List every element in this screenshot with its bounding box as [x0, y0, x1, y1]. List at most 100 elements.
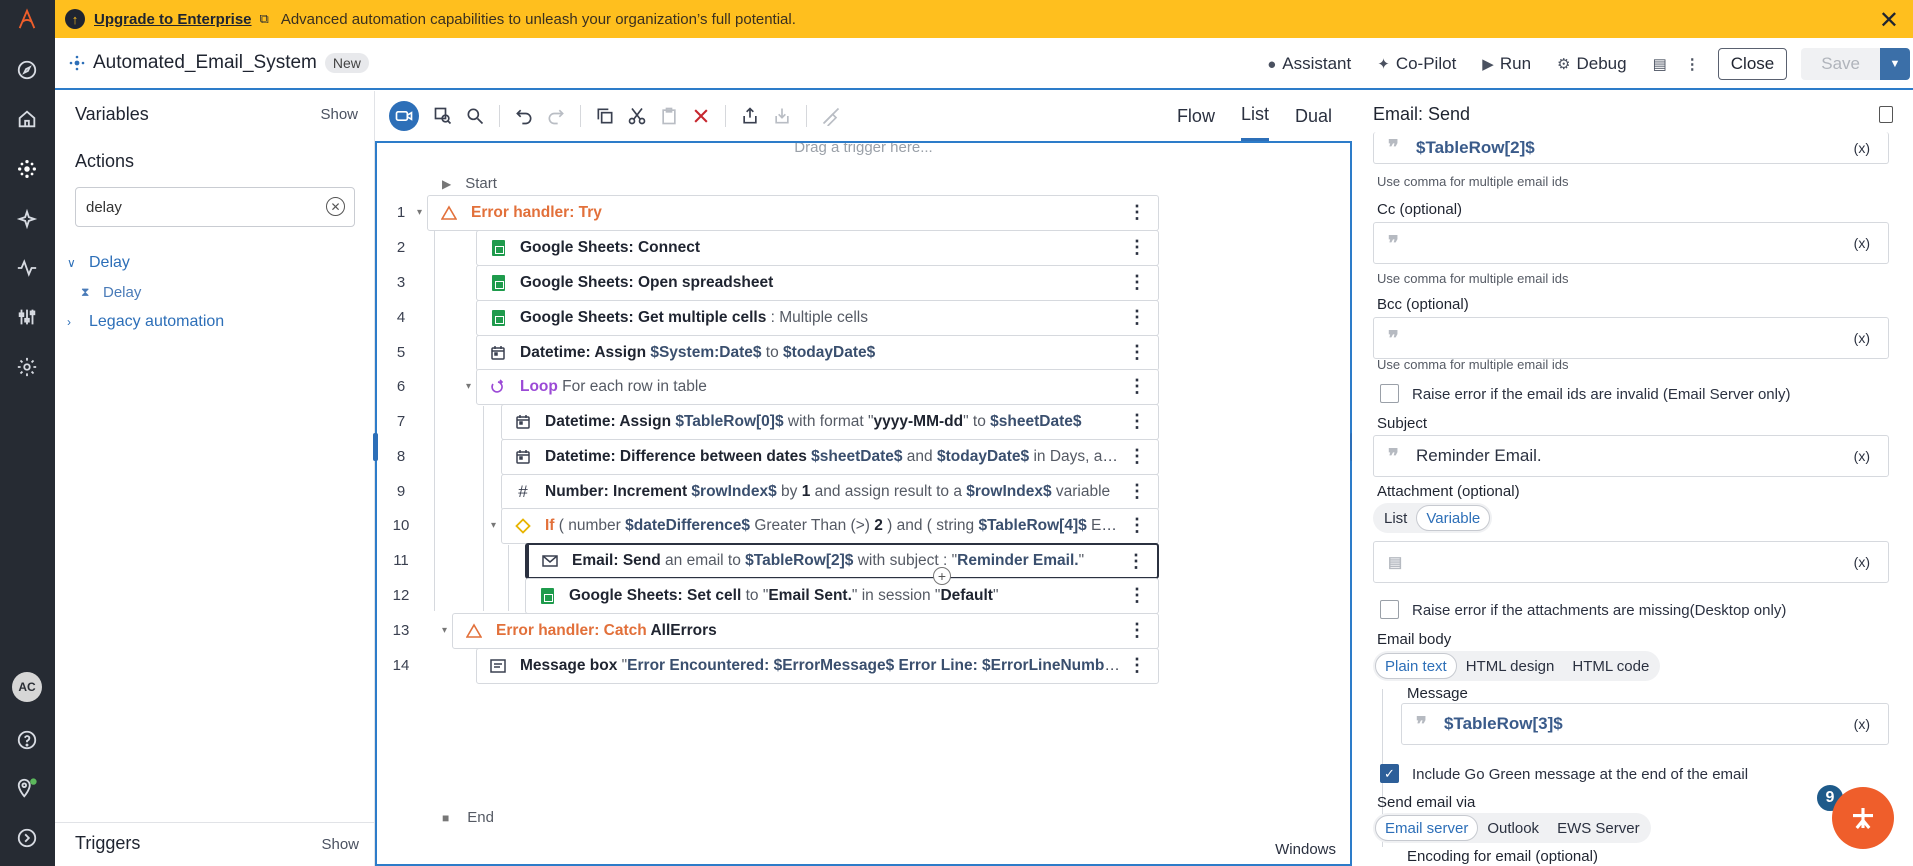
controls-icon[interactable]: [12, 302, 42, 332]
flow-step[interactable]: Datetime: Assign $System:Date$ to $today…: [476, 335, 1159, 371]
clear-search-icon[interactable]: ✕: [326, 197, 345, 216]
app-logo-icon[interactable]: [12, 4, 42, 34]
body-option-html-code[interactable]: HTML code: [1563, 653, 1658, 679]
home-icon[interactable]: [12, 104, 42, 134]
flow-list-canvas[interactable]: Drag a trigger here... ▶ Start 1 ▾ Error ha…: [375, 141, 1352, 866]
step-menu-kebab-icon[interactable]: ⋮: [1127, 552, 1145, 570]
assistant-button[interactable]: ● Assistant: [1267, 54, 1351, 74]
layout-toggle-icon[interactable]: ▤: [1653, 55, 1667, 73]
send-via-outlook[interactable]: Outlook: [1478, 815, 1548, 841]
help-icon[interactable]: [12, 725, 42, 755]
explore-icon[interactable]: [12, 55, 42, 85]
tree-item-delay-action[interactable]: ⧗ Delay: [81, 284, 141, 301]
variable-picker-button[interactable]: (x): [1854, 554, 1870, 570]
record-icon[interactable]: [389, 101, 419, 131]
tree-group-legacy[interactable]: › Legacy automation: [67, 313, 224, 331]
export-icon[interactable]: [736, 102, 764, 130]
variable-picker-button[interactable]: (x): [1854, 330, 1870, 346]
flow-step[interactable]: Datetime: Assign $TableRow[0]$ with form…: [501, 404, 1159, 440]
step-menu-kebab-icon[interactable]: ⋮: [1128, 621, 1146, 639]
more-menu-icon[interactable]: ⋮: [1685, 55, 1700, 73]
bot-title[interactable]: Automated_Email_System: [93, 52, 317, 74]
variable-picker-button[interactable]: (x): [1854, 448, 1870, 464]
save-button[interactable]: Save: [1801, 48, 1880, 80]
flow-step[interactable]: Google Sheets: Set cell to "Email Sent."…: [525, 578, 1159, 614]
flow-step[interactable]: Loop For each row in table ⋮: [476, 369, 1159, 405]
add-step-icon[interactable]: +: [933, 567, 951, 585]
upgrade-link[interactable]: Upgrade to Enterprise: [94, 11, 252, 28]
collapse-chevron-icon[interactable]: ▾: [417, 207, 422, 218]
flow-step[interactable]: Error handler: Try ⋮: [427, 195, 1159, 231]
copy-icon[interactable]: [591, 102, 619, 130]
expand-nav-icon[interactable]: [12, 823, 42, 853]
import-icon[interactable]: [768, 102, 796, 130]
step-menu-kebab-icon[interactable]: ⋮: [1128, 273, 1146, 291]
triggers-show-link[interactable]: Show: [321, 836, 359, 853]
step-menu-kebab-icon[interactable]: ⋮: [1128, 412, 1146, 430]
save-dropdown-chevron-icon[interactable]: ▼: [1880, 48, 1910, 80]
step-menu-kebab-icon[interactable]: ⋮: [1128, 516, 1146, 534]
body-option-html-design[interactable]: HTML design: [1457, 653, 1564, 679]
close-button[interactable]: Close: [1717, 48, 1788, 80]
banner-close-icon[interactable]: ✕: [1879, 6, 1899, 35]
delete-icon[interactable]: [687, 102, 715, 130]
flow-step[interactable]: Datetime: Difference between dates $shee…: [501, 439, 1159, 475]
send-via-email-server[interactable]: Email server: [1375, 815, 1479, 841]
step-menu-kebab-icon[interactable]: ⋮: [1128, 586, 1146, 604]
step-menu-kebab-icon[interactable]: ⋮: [1128, 308, 1146, 326]
go-green-checkbox[interactable]: ✓: [1380, 764, 1399, 783]
location-check-icon[interactable]: [12, 773, 42, 803]
activity-icon[interactable]: [12, 253, 42, 283]
step-menu-kebab-icon[interactable]: ⋮: [1128, 343, 1146, 361]
flow-step[interactable]: If ( number $dateDifference$ Greater Tha…: [501, 508, 1159, 544]
run-button[interactable]: ▶ Run: [1482, 54, 1531, 74]
to-field[interactable]: ❞ $TableRow[2]$ (x): [1373, 132, 1889, 164]
body-option-plain-text[interactable]: Plain text: [1375, 653, 1457, 679]
step-menu-kebab-icon[interactable]: ⋮: [1128, 377, 1146, 395]
step-menu-kebab-icon[interactable]: ⋮: [1128, 656, 1146, 674]
invalid-email-checkbox[interactable]: [1380, 384, 1399, 403]
tree-group-delay[interactable]: ∨ Delay: [67, 254, 130, 272]
step-menu-kebab-icon[interactable]: ⋮: [1128, 482, 1146, 500]
attach-option-list[interactable]: List: [1375, 505, 1416, 531]
redo-icon[interactable]: [542, 102, 570, 130]
attachment-field[interactable]: ▤ (x): [1373, 541, 1889, 583]
flow-step[interactable]: Message box "Error Encountered: $ErrorMe…: [476, 648, 1159, 684]
tab-list[interactable]: List: [1240, 91, 1269, 141]
flow-step[interactable]: Email: Send an email to $TableRow[2]$ wi…: [525, 543, 1159, 579]
message-field[interactable]: ❞ $TableRow[3]$ (x): [1401, 703, 1889, 745]
collapse-chevron-icon[interactable]: ▾: [466, 381, 471, 392]
tab-flow[interactable]: Flow: [1177, 91, 1215, 141]
search-icon[interactable]: [461, 102, 489, 130]
variable-picker-button[interactable]: (x): [1854, 716, 1870, 732]
tab-dual[interactable]: Dual: [1295, 91, 1332, 141]
automation-hub-icon[interactable]: [12, 154, 42, 184]
variables-show-link[interactable]: Show: [320, 106, 358, 123]
debug-button[interactable]: ⚙ Debug: [1557, 54, 1627, 74]
copilot-button[interactable]: ✦ Co-Pilot: [1377, 54, 1456, 74]
variable-picker-button[interactable]: (x): [1854, 140, 1870, 156]
external-link-icon[interactable]: ⧉: [260, 11, 269, 27]
flow-step[interactable]: Google Sheets: Open spreadsheet ⋮: [476, 265, 1159, 301]
step-menu-kebab-icon[interactable]: ⋮: [1128, 203, 1146, 221]
actions-search-input[interactable]: [75, 187, 355, 227]
send-via-ews-server[interactable]: EWS Server: [1548, 815, 1649, 841]
paste-icon[interactable]: [655, 102, 683, 130]
bcc-field[interactable]: ❞ (x): [1373, 317, 1889, 359]
disable-step-icon[interactable]: [817, 102, 845, 130]
step-menu-kebab-icon[interactable]: ⋮: [1128, 238, 1146, 256]
flow-step[interactable]: # Number: Increment $rowIndex$ by 1 and a…: [501, 474, 1159, 510]
documentation-icon[interactable]: [1879, 106, 1893, 123]
undo-icon[interactable]: [510, 102, 538, 130]
flow-step[interactable]: Google Sheets: Connect ⋮: [476, 230, 1159, 266]
flow-step[interactable]: Error handler: Catch AllErrors ⋮: [452, 613, 1159, 649]
flow-step[interactable]: Google Sheets: Get multiple cells : Mult…: [476, 300, 1159, 336]
settings-gear-icon[interactable]: [12, 352, 42, 382]
variable-picker-button[interactable]: (x): [1854, 235, 1870, 251]
cc-field[interactable]: ❞ (x): [1373, 222, 1889, 264]
cut-icon[interactable]: [623, 102, 651, 130]
attachments-missing-checkbox[interactable]: [1380, 600, 1399, 619]
left-splitter-handle[interactable]: [373, 433, 378, 461]
user-avatar[interactable]: AC: [12, 672, 42, 702]
find-in-flow-icon[interactable]: [429, 102, 457, 130]
